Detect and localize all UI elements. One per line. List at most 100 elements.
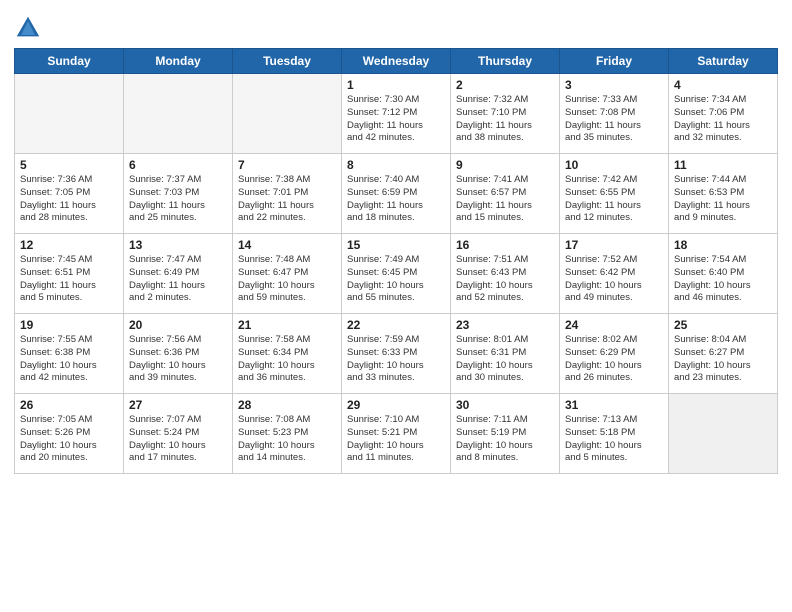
day-header-monday: Monday <box>124 49 233 74</box>
day-number: 6 <box>129 158 227 172</box>
day-number: 28 <box>238 398 336 412</box>
cal-cell: 13Sunrise: 7:47 AM Sunset: 6:49 PM Dayli… <box>124 234 233 314</box>
week-row-2: 12 Sunrise: 7:45 AM Sunset: 6:51 PM Dayli… <box>15 234 778 314</box>
week-row-4: 26 Sunrise: 7:05 AM Sunset: 5:26 PM Dayli… <box>15 394 778 474</box>
cell-info: Sunrise: 7:48 AM Sunset: 6:47 PM Dayligh… <box>238 254 336 305</box>
cal-cell <box>15 74 124 154</box>
cal-cell: 5 Sunrise: 7:36 AM Sunset: 7:05 PM Daylig… <box>15 154 124 234</box>
cal-cell: 22 Sunrise: 7:59 AM Sunset: 6:33 PM Dayli… <box>342 314 451 394</box>
day-number: 22 <box>347 318 445 332</box>
day-number: 7 <box>238 158 336 172</box>
week-row-1: 5 Sunrise: 7:36 AM Sunset: 7:05 PM Daylig… <box>15 154 778 234</box>
cell-info: Sunrise: 7:34 AM Sunset: 7:06 PM Dayligh… <box>674 94 772 145</box>
day-number: 11 <box>674 158 772 172</box>
cal-cell: 11 Sunrise: 7:44 AM Sunset: 6:53 PM Dayli… <box>669 154 778 234</box>
cal-cell: 6 Sunrise: 7:37 AM Sunset: 7:03 PM Daylig… <box>124 154 233 234</box>
cell-info: Sunrise: 8:04 AM Sunset: 6:27 PM Dayligh… <box>674 334 772 385</box>
day-number: 17 <box>565 238 663 252</box>
cal-cell: 25 Sunrise: 8:04 AM Sunset: 6:27 PM Dayli… <box>669 314 778 394</box>
cell-info: Sunrise: 7:51 AM Sunset: 6:43 PM Dayligh… <box>456 254 554 305</box>
cal-cell <box>124 74 233 154</box>
day-header-saturday: Saturday <box>669 49 778 74</box>
day-number: 10 <box>565 158 663 172</box>
day-number: 24 <box>565 318 663 332</box>
day-number: 3 <box>565 78 663 92</box>
cell-info: Sunrise: 7:30 AM Sunset: 7:12 PM Dayligh… <box>347 94 445 145</box>
day-number: 9 <box>456 158 554 172</box>
cell-info: Sunrise: 7:47 AM Sunset: 6:49 PM Dayligh… <box>129 254 227 305</box>
cal-cell: 31 Sunrise: 7:13 AM Sunset: 5:18 PM Dayli… <box>560 394 669 474</box>
cell-info: Sunrise: 7:08 AM Sunset: 5:23 PM Dayligh… <box>238 414 336 465</box>
cell-info: Sunrise: 7:38 AM Sunset: 7:01 PM Dayligh… <box>238 174 336 225</box>
cell-info: Sunrise: 7:52 AM Sunset: 6:42 PM Dayligh… <box>565 254 663 305</box>
cal-cell: 17 Sunrise: 7:52 AM Sunset: 6:42 PM Dayli… <box>560 234 669 314</box>
header <box>14 10 778 42</box>
day-number: 15 <box>347 238 445 252</box>
cal-cell: 2Sunrise: 7:32 AM Sunset: 7:10 PM Daylig… <box>451 74 560 154</box>
cal-cell: 28 Sunrise: 7:08 AM Sunset: 5:23 PM Dayli… <box>233 394 342 474</box>
cal-cell: 8 Sunrise: 7:40 AM Sunset: 6:59 PM Daylig… <box>342 154 451 234</box>
day-number: 30 <box>456 398 554 412</box>
day-number: 8 <box>347 158 445 172</box>
cal-cell: 12 Sunrise: 7:45 AM Sunset: 6:51 PM Dayli… <box>15 234 124 314</box>
cell-info: Sunrise: 7:10 AM Sunset: 5:21 PM Dayligh… <box>347 414 445 465</box>
week-row-0: 1 Sunrise: 7:30 AM Sunset: 7:12 PM Daylig… <box>15 74 778 154</box>
cal-cell: 9 Sunrise: 7:41 AM Sunset: 6:57 PM Daylig… <box>451 154 560 234</box>
cell-info: Sunrise: 7:37 AM Sunset: 7:03 PM Dayligh… <box>129 174 227 225</box>
cal-cell: 20Sunrise: 7:56 AM Sunset: 6:36 PM Dayli… <box>124 314 233 394</box>
cell-info: Sunrise: 7:11 AM Sunset: 5:19 PM Dayligh… <box>456 414 554 465</box>
cal-cell: 27Sunrise: 7:07 AM Sunset: 5:24 PM Dayli… <box>124 394 233 474</box>
calendar-page: SundayMondayTuesdayWednesdayThursdayFrid… <box>0 0 792 612</box>
day-number: 16 <box>456 238 554 252</box>
cal-cell: 14 Sunrise: 7:48 AM Sunset: 6:47 PM Dayli… <box>233 234 342 314</box>
day-number: 26 <box>20 398 118 412</box>
cal-cell: 30 Sunrise: 7:11 AM Sunset: 5:19 PM Dayli… <box>451 394 560 474</box>
cal-cell: 19Sunrise: 7:55 AM Sunset: 6:38 PM Dayli… <box>15 314 124 394</box>
cell-info: Sunrise: 7:59 AM Sunset: 6:33 PM Dayligh… <box>347 334 445 385</box>
day-header-tuesday: Tuesday <box>233 49 342 74</box>
day-number: 2 <box>456 78 554 92</box>
cell-info: Sunrise: 8:01 AM Sunset: 6:31 PM Dayligh… <box>456 334 554 385</box>
cal-cell: 3 Sunrise: 7:33 AM Sunset: 7:08 PM Daylig… <box>560 74 669 154</box>
cell-info: Sunrise: 7:05 AM Sunset: 5:26 PM Dayligh… <box>20 414 118 465</box>
cell-info: Sunrise: 7:33 AM Sunset: 7:08 PM Dayligh… <box>565 94 663 145</box>
day-number: 18 <box>674 238 772 252</box>
day-header-thursday: Thursday <box>451 49 560 74</box>
cell-info: Sunrise: 7:54 AM Sunset: 6:40 PM Dayligh… <box>674 254 772 305</box>
cal-cell: 26 Sunrise: 7:05 AM Sunset: 5:26 PM Dayli… <box>15 394 124 474</box>
day-number: 5 <box>20 158 118 172</box>
day-number: 29 <box>347 398 445 412</box>
cell-info: Sunrise: 7:45 AM Sunset: 6:51 PM Dayligh… <box>20 254 118 305</box>
cal-cell: 18 Sunrise: 7:54 AM Sunset: 6:40 PM Dayli… <box>669 234 778 314</box>
day-number: 23 <box>456 318 554 332</box>
day-header-wednesday: Wednesday <box>342 49 451 74</box>
cell-info: Sunrise: 7:44 AM Sunset: 6:53 PM Dayligh… <box>674 174 772 225</box>
cell-info: Sunrise: 7:40 AM Sunset: 6:59 PM Dayligh… <box>347 174 445 225</box>
day-number: 14 <box>238 238 336 252</box>
day-number: 4 <box>674 78 772 92</box>
cell-info: Sunrise: 7:56 AM Sunset: 6:36 PM Dayligh… <box>129 334 227 385</box>
week-row-3: 19Sunrise: 7:55 AM Sunset: 6:38 PM Dayli… <box>15 314 778 394</box>
cal-cell: 29 Sunrise: 7:10 AM Sunset: 5:21 PM Dayli… <box>342 394 451 474</box>
day-number: 12 <box>20 238 118 252</box>
day-number: 21 <box>238 318 336 332</box>
cell-info: Sunrise: 7:13 AM Sunset: 5:18 PM Dayligh… <box>565 414 663 465</box>
cal-cell: 16 Sunrise: 7:51 AM Sunset: 6:43 PM Dayli… <box>451 234 560 314</box>
cell-info: Sunrise: 7:41 AM Sunset: 6:57 PM Dayligh… <box>456 174 554 225</box>
day-number: 25 <box>674 318 772 332</box>
logo-icon <box>14 14 42 42</box>
cal-cell: 24Sunrise: 8:02 AM Sunset: 6:29 PM Dayli… <box>560 314 669 394</box>
cal-cell: 1 Sunrise: 7:30 AM Sunset: 7:12 PM Daylig… <box>342 74 451 154</box>
cell-info: Sunrise: 7:49 AM Sunset: 6:45 PM Dayligh… <box>347 254 445 305</box>
logo <box>14 14 44 42</box>
cell-info: Sunrise: 7:42 AM Sunset: 6:55 PM Dayligh… <box>565 174 663 225</box>
cal-cell <box>669 394 778 474</box>
day-number: 31 <box>565 398 663 412</box>
cell-info: Sunrise: 7:07 AM Sunset: 5:24 PM Dayligh… <box>129 414 227 465</box>
cell-info: Sunrise: 7:58 AM Sunset: 6:34 PM Dayligh… <box>238 334 336 385</box>
cell-info: Sunrise: 7:36 AM Sunset: 7:05 PM Dayligh… <box>20 174 118 225</box>
cal-cell: 21 Sunrise: 7:58 AM Sunset: 6:34 PM Dayli… <box>233 314 342 394</box>
cal-cell: 23 Sunrise: 8:01 AM Sunset: 6:31 PM Dayli… <box>451 314 560 394</box>
day-number: 1 <box>347 78 445 92</box>
cal-cell: 4 Sunrise: 7:34 AM Sunset: 7:06 PM Daylig… <box>669 74 778 154</box>
